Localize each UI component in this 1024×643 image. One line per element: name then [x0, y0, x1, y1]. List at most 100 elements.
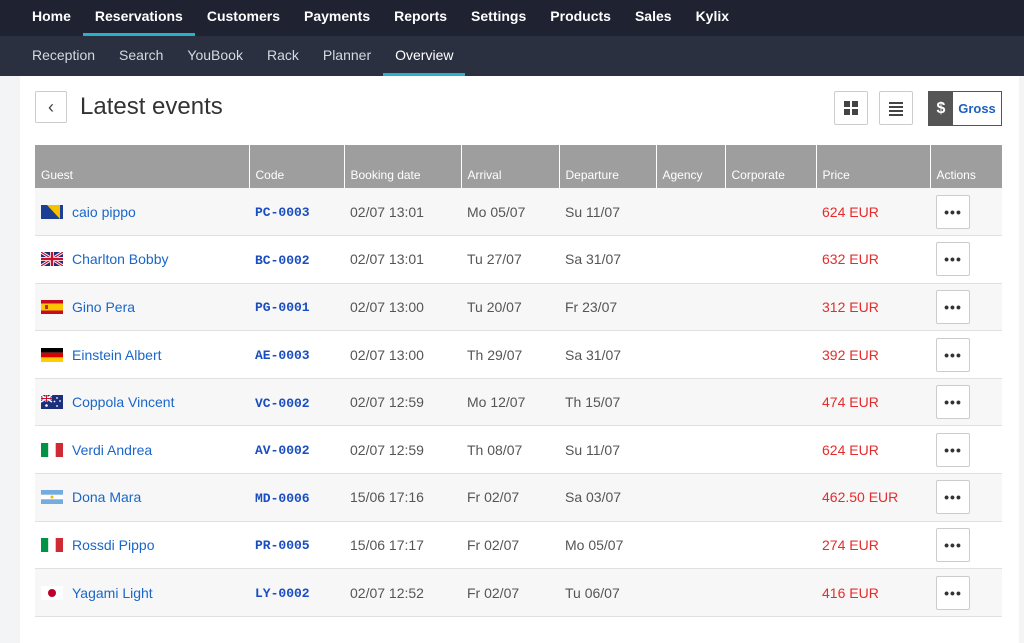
column-header-actions[interactable]: Actions — [930, 145, 1002, 188]
subnav-item-overview[interactable]: Overview — [383, 36, 466, 76]
italy-flag-icon — [41, 442, 63, 457]
subnav-item-reception[interactable]: Reception — [20, 36, 107, 76]
column-header-departure[interactable]: Departure — [559, 145, 657, 188]
price-cell: 624 EUR — [816, 188, 930, 237]
table-row: Yagami Light LY-0002 02/07 12:52 Fr 02/07 Tu… — [35, 568, 1002, 617]
table-row: Charlton Bobby BC-0002 02/07 13:01 Tu 27/07… — [35, 235, 1002, 284]
topnav-item-sales[interactable]: Sales — [623, 0, 684, 36]
main-panel: ‹ Latest events $ Gross Guest Code Booking… — [20, 76, 1019, 643]
code-cell: PR-0005 — [249, 521, 344, 570]
booking-date-cell: 02/07 13:00 — [344, 330, 461, 379]
topnav-item-customers[interactable]: Customers — [195, 0, 292, 36]
price-cell: 312 EUR — [816, 283, 930, 332]
sub-nav: Reception Search YouBook Rack Planner Overvie… — [0, 36, 1024, 76]
booking-date-cell: 02/07 12:52 — [344, 568, 461, 617]
row-actions-button[interactable]: ••• — [936, 242, 970, 277]
topnav-item-kylix[interactable]: Kylix — [684, 0, 741, 36]
booking-code-link[interactable]: AE-0003 — [255, 348, 310, 363]
departure-cell: Su 11/07 — [559, 188, 656, 237]
departure-cell: Th 15/07 — [559, 378, 656, 427]
booking-code-link[interactable]: LY-0002 — [255, 586, 310, 601]
guest-link[interactable]: Verdi Andrea — [72, 442, 152, 458]
booking-code-link[interactable]: PG-0001 — [255, 300, 310, 315]
booking-code-link[interactable]: PR-0005 — [255, 538, 310, 553]
chevron-left-icon: ‹ — [48, 96, 54, 117]
column-header-code[interactable]: Code — [249, 145, 345, 188]
column-header-agency[interactable]: Agency — [656, 145, 726, 188]
topnav-item-reservations[interactable]: Reservations — [82, 0, 195, 36]
column-header-arrival[interactable]: Arrival — [461, 145, 560, 188]
row-actions-button[interactable]: ••• — [936, 575, 970, 610]
topnav-item-settings[interactable]: Settings — [459, 0, 538, 36]
booking-date-cell: 02/07 13:01 — [344, 235, 461, 284]
price-cell: 624 EUR — [816, 425, 930, 475]
grid-view-button[interactable] — [834, 91, 868, 125]
departure-cell: Tu 06/07 — [559, 568, 656, 617]
subnav-item-rack[interactable]: Rack — [255, 36, 311, 76]
departure-cell: Fr 23/07 — [559, 283, 656, 332]
topnav-item-payments[interactable]: Payments — [292, 0, 382, 36]
table-row: caio pippo PC-0003 02/07 13:01 Mo 05/07 Su 1… — [35, 188, 1002, 237]
agency-cell — [656, 378, 725, 427]
agency-cell — [656, 330, 725, 379]
corporate-cell — [725, 235, 816, 284]
guest-cell: Charlton Bobby — [35, 235, 249, 284]
booking-code-link[interactable]: BC-0002 — [255, 253, 310, 268]
uk-flag-icon — [40, 251, 64, 268]
booking-code-link[interactable]: MD-0006 — [255, 491, 310, 506]
actions-cell: ••• — [930, 283, 1002, 332]
guest-link[interactable]: Rossdi Pippo — [72, 537, 155, 553]
subnav-item-youbook[interactable]: YouBook — [175, 36, 255, 76]
row-actions-button[interactable]: ••• — [936, 385, 970, 420]
guest-link[interactable]: caio pippo — [72, 204, 136, 220]
guest-link[interactable]: Coppola Vincent — [72, 394, 174, 410]
guest-link[interactable]: Charlton Bobby — [72, 251, 169, 267]
column-header-price[interactable]: Price — [816, 145, 931, 188]
row-actions-button[interactable]: ••• — [936, 432, 970, 467]
column-header-guest[interactable]: Guest — [35, 145, 250, 188]
topnav-item-products[interactable]: Products — [538, 0, 623, 36]
booking-code-link[interactable]: PC-0003 — [255, 205, 310, 220]
row-actions-button[interactable]: ••• — [936, 480, 970, 515]
guest-link[interactable]: Dona Mara — [72, 489, 141, 505]
price-cell: 416 EUR — [816, 568, 930, 617]
row-actions-button[interactable]: ••• — [936, 337, 970, 372]
japan-flag-icon — [41, 585, 63, 600]
price-cell: 632 EUR — [816, 235, 930, 284]
topnav-item-home[interactable]: Home — [20, 0, 83, 36]
dollar-icon: $ — [929, 92, 953, 125]
column-header-booking-date[interactable]: Booking date — [344, 145, 462, 188]
guest-cell: Dona Mara — [35, 473, 249, 522]
subnav-item-planner[interactable]: Planner — [311, 36, 383, 76]
code-cell: AE-0003 — [249, 330, 344, 379]
table-row: Dona Mara MD-0006 15/06 17:16 Fr 02/07 Sa 03… — [35, 473, 1002, 522]
row-actions-button[interactable]: ••• — [936, 194, 970, 229]
arrival-cell: Th 29/07 — [461, 330, 559, 379]
corporate-cell — [725, 521, 816, 570]
back-button[interactable]: ‹ — [35, 91, 67, 123]
booking-code-link[interactable]: AV-0002 — [255, 443, 310, 458]
code-cell: PC-0003 — [249, 188, 344, 237]
booking-code-link[interactable]: VC-0002 — [255, 396, 310, 411]
list-view-button[interactable] — [879, 91, 913, 125]
guest-link[interactable]: Einstein Albert — [72, 347, 162, 363]
arrival-cell: Fr 02/07 — [461, 521, 559, 570]
row-actions-button[interactable]: ••• — [936, 289, 970, 324]
row-actions-button[interactable]: ••• — [936, 527, 970, 562]
agency-cell — [656, 568, 725, 617]
arrival-cell: Mo 05/07 — [461, 188, 559, 237]
agency-cell — [656, 188, 725, 237]
subnav-item-search[interactable]: Search — [107, 36, 175, 76]
price-cell: 474 EUR — [816, 378, 930, 427]
departure-cell: Sa 03/07 — [559, 473, 656, 522]
actions-cell: ••• — [930, 425, 1002, 475]
booking-date-cell: 15/06 17:17 — [344, 521, 461, 570]
column-header-corporate[interactable]: Corporate — [725, 145, 817, 188]
guest-link[interactable]: Yagami Light — [72, 585, 153, 601]
bosnia-flag-icon — [41, 204, 63, 219]
topnav-item-reports[interactable]: Reports — [382, 0, 459, 36]
corporate-cell — [725, 425, 816, 475]
gross-net-toggle[interactable]: $ Gross — [928, 91, 1002, 126]
guest-cell: caio pippo — [35, 188, 249, 237]
guest-link[interactable]: Gino Pera — [72, 299, 135, 315]
